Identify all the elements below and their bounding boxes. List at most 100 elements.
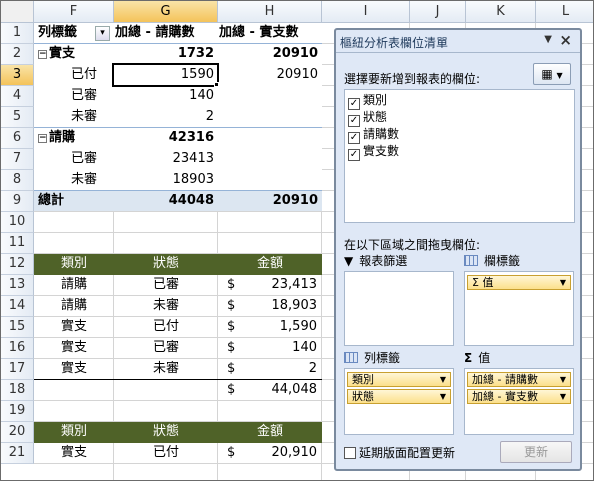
pivot-group-label[interactable]: − 請購 <box>38 128 114 148</box>
close-icon[interactable]: × <box>559 31 572 49</box>
table1-cell[interactable]: 已審 <box>114 275 218 295</box>
row-chip[interactable]: 類別 ▼ <box>347 372 451 387</box>
field-item-request-count[interactable]: ✓ 請購數 <box>348 126 399 144</box>
values-zone[interactable]: 加總 - 請購數 ▼ 加總 - 實支數 ▼ <box>464 368 574 435</box>
pivot-group-label[interactable]: − 實支 <box>38 44 114 64</box>
row-header[interactable]: 6 <box>1 128 34 149</box>
table1-cell[interactable]: 18,903 <box>241 296 318 316</box>
col-header-h[interactable]: H <box>218 1 322 23</box>
report-filter-zone[interactable] <box>344 271 454 346</box>
update-button[interactable]: 更新 <box>500 441 572 463</box>
row-header[interactable]: 4 <box>1 86 34 107</box>
row-header[interactable]: 21 <box>1 443 34 464</box>
table1-cell[interactable]: 已審 <box>114 338 218 358</box>
column-labels-zone[interactable]: Σ 值 ▼ <box>464 271 574 346</box>
value-chip[interactable]: 加總 - 請購數 ▼ <box>467 372 571 387</box>
col-header-k[interactable]: K <box>466 1 536 23</box>
collapse-icon[interactable]: − <box>38 134 47 143</box>
pivot-value[interactable]: 1732 <box>114 44 214 64</box>
chevron-down-icon[interactable]: ▼ <box>560 373 566 386</box>
col-header-f[interactable]: F <box>34 1 114 23</box>
col-header-g[interactable]: G <box>114 1 218 23</box>
pivot-total-value[interactable]: 20910 <box>218 191 318 211</box>
pane-title[interactable]: 樞紐分析表欄位清單 <box>340 34 448 51</box>
row-header[interactable]: 7 <box>1 149 34 170</box>
table1-cell[interactable]: 2 <box>241 359 317 379</box>
table1-cell[interactable]: 未審 <box>114 296 218 316</box>
table1-cell[interactable]: 已付 <box>114 317 218 337</box>
pivot-value[interactable]: 140 <box>114 86 214 106</box>
row-header[interactable]: 5 <box>1 107 34 128</box>
row-header[interactable]: 15 <box>1 317 34 338</box>
table1-cell[interactable]: 23,413 <box>241 275 318 295</box>
col-header-j[interactable]: J <box>410 1 466 23</box>
table2-cell[interactable]: 20,910 <box>241 443 318 463</box>
col-header-l[interactable]: L <box>536 1 593 23</box>
row-chip[interactable]: 狀態 ▼ <box>347 389 451 404</box>
collapse-icon[interactable]: − <box>38 50 47 59</box>
pivot-value[interactable]: 18903 <box>114 170 214 190</box>
pivot-item-label[interactable]: 已審 <box>71 149 111 169</box>
row-header[interactable]: 14 <box>1 296 34 317</box>
pivot-value[interactable]: 20910 <box>218 44 318 64</box>
field-item-category[interactable]: ✓ 類別 <box>348 92 387 110</box>
row-header[interactable]: 11 <box>1 233 34 254</box>
row-header[interactable]: 10 <box>1 212 34 233</box>
table1-cell[interactable]: 實支 <box>34 359 114 379</box>
checkbox-checked-icon[interactable]: ✓ <box>348 149 360 161</box>
pivot-item-label[interactable]: 未審 <box>71 170 111 190</box>
row-header[interactable]: 17 <box>1 359 34 380</box>
pane-menu-icon[interactable]: ▼ <box>544 34 552 45</box>
table2-cell[interactable]: 實支 <box>34 443 114 463</box>
row-header[interactable]: 12 <box>1 254 34 275</box>
zone-label: 報表篩選 <box>359 254 408 268</box>
row-header[interactable]: 9 <box>1 191 34 212</box>
row-header[interactable]: 19 <box>1 401 34 422</box>
row-labels-zone[interactable]: 類別 ▼ 狀態 ▼ <box>344 368 454 435</box>
field-item-status[interactable]: ✓ 狀態 <box>348 109 388 127</box>
table1-cell[interactable]: 1,590 <box>241 317 317 337</box>
field-item-actual-count[interactable]: ✓ 實支數 <box>348 143 400 161</box>
row-header[interactable]: 20 <box>1 422 34 443</box>
table1-cell[interactable]: 未審 <box>114 359 218 379</box>
table1-sum[interactable]: 44,048 <box>241 380 318 400</box>
pivot-item-label[interactable]: 未審 <box>71 107 111 127</box>
table1-cell[interactable]: 請購 <box>34 296 114 316</box>
filter-dropdown-icon[interactable]: ▾ <box>95 26 110 41</box>
row-header[interactable]: 3 <box>1 65 34 86</box>
table1-cell[interactable]: 實支 <box>34 338 114 358</box>
pivot-item-label[interactable]: 已審 <box>71 86 111 106</box>
chevron-down-icon[interactable]: ▼ <box>560 390 566 403</box>
fill-handle[interactable] <box>214 82 219 87</box>
pivot-value[interactable]: 20910 <box>218 65 318 85</box>
pivot-value[interactable]: 42316 <box>114 128 214 148</box>
active-cell-cursor[interactable] <box>112 63 219 87</box>
pivot-value[interactable]: 23413 <box>114 149 214 169</box>
pivot-total-value[interactable]: 44048 <box>114 191 214 211</box>
col-header-i[interactable]: I <box>322 1 410 23</box>
chevron-down-icon[interactable]: ▼ <box>440 390 446 403</box>
chevron-down-icon[interactable]: ▼ <box>440 373 446 386</box>
chevron-down-icon[interactable]: ▼ <box>560 276 566 289</box>
row-header[interactable]: 1 <box>1 23 34 44</box>
row-header[interactable]: 8 <box>1 170 34 191</box>
pivot-item-label[interactable]: 已付 <box>71 65 111 85</box>
row-header[interactable]: 2 <box>1 44 34 65</box>
field-label: 狀態 <box>363 110 388 124</box>
table1-cell[interactable]: 140 <box>241 338 317 358</box>
layout-options-button[interactable]: ▦ ▼ <box>533 63 571 85</box>
pivot-value[interactable]: 2 <box>114 107 214 127</box>
table2-cell[interactable]: 已付 <box>114 443 218 463</box>
row-header[interactable]: 16 <box>1 338 34 359</box>
defer-update-option[interactable]: 延期版面配置更新 <box>344 444 455 461</box>
zone-label: 值 <box>478 351 491 365</box>
field-label: 實支數 <box>363 144 400 158</box>
value-chip[interactable]: 加總 - 實支數 ▼ <box>467 389 571 404</box>
table1-cell[interactable]: 實支 <box>34 317 114 337</box>
row-header[interactable]: 18 <box>1 380 34 401</box>
checkbox-unchecked-icon[interactable] <box>344 447 356 459</box>
table1-cell[interactable]: 請購 <box>34 275 114 295</box>
row-header[interactable]: 13 <box>1 275 34 296</box>
select-all-corner[interactable] <box>1 1 34 23</box>
column-chip-values[interactable]: Σ 值 ▼ <box>467 275 571 290</box>
